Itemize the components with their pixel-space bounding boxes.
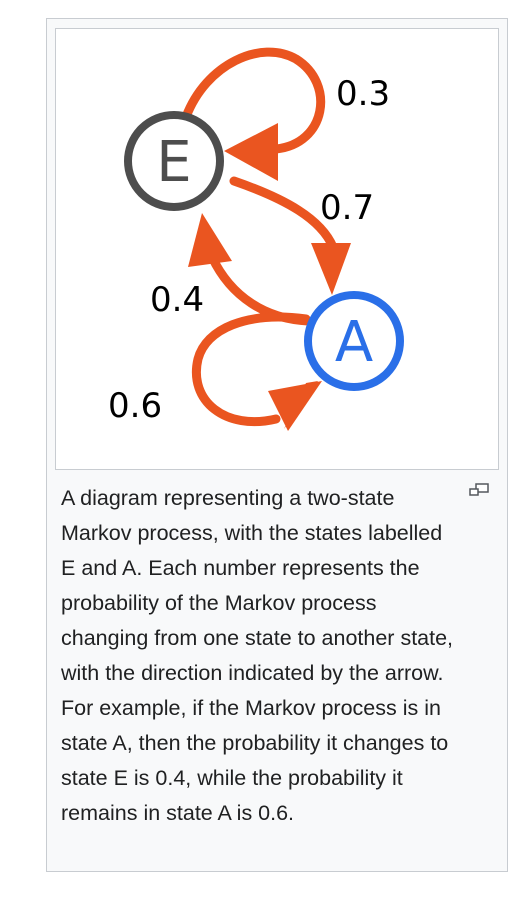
transition-E-E-arrowhead xyxy=(224,123,278,181)
figure-thumbnail: E A 0.3 0.7 0.4 0.6 A diagram representi… xyxy=(46,18,508,872)
transition-A-E-label: 0.4 xyxy=(150,280,204,320)
markov-diagram: E A 0.3 0.7 0.4 0.6 xyxy=(108,47,404,431)
transition-E-A-arrow xyxy=(229,176,338,252)
magnify-clip-icon[interactable] xyxy=(469,483,489,497)
state-E-label: E xyxy=(156,130,191,195)
transition-A-E-arrowhead xyxy=(188,213,232,267)
diagram-image[interactable]: E A 0.3 0.7 0.4 0.6 xyxy=(55,28,499,470)
state-A-label: A xyxy=(335,310,373,375)
transition-E-E-label: 0.3 xyxy=(336,74,390,114)
transition-A-E-arrow xyxy=(207,252,313,326)
transition-E-A-label: 0.7 xyxy=(320,188,374,228)
figure-caption: A diagram representing a two-state Marko… xyxy=(61,486,454,825)
transition-A-A-label: 0.6 xyxy=(108,386,162,426)
transition-E-A-arrowhead xyxy=(311,243,351,295)
